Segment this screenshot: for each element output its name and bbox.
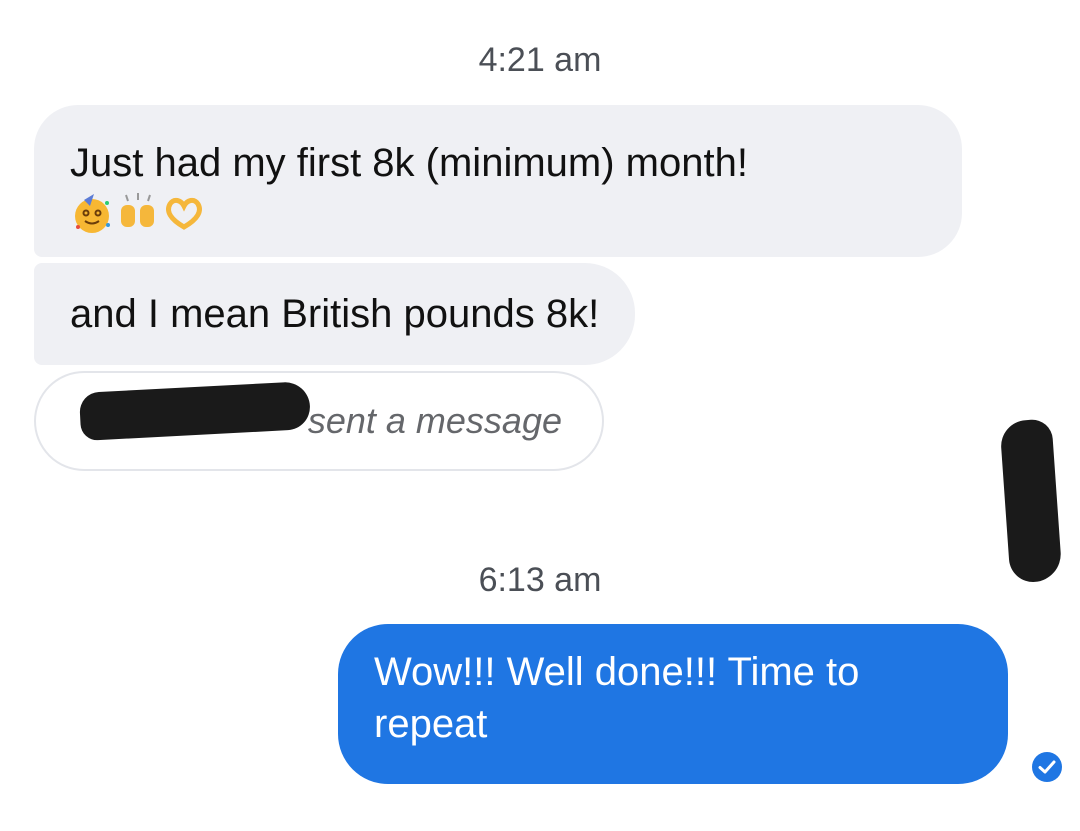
partying-face-emoji [75,194,110,233]
message-text: Just had my first 8k (minimum) month! [70,141,748,185]
incoming-message[interactable]: Just had my first 8k (minimum) month! [34,105,962,257]
timestamp: 4:21 am [478,41,602,79]
heart-hands-emoji [166,197,202,230]
emoji-row [70,191,926,235]
raising-hands-emoji [121,193,154,227]
redaction [999,418,1063,584]
outgoing-message[interactable]: Wow!!! Well done!!! Time to repeat [338,624,1008,784]
check-circle-icon [1032,752,1062,782]
timestamp: 6:13 am [478,561,602,599]
chat-thread: 4:21 am Just had my first 8k (minimum) m… [0,0,1080,831]
unsent-message-notice: sent a message [34,371,604,471]
incoming-message[interactable]: and I mean British pounds 8k! [34,263,636,365]
